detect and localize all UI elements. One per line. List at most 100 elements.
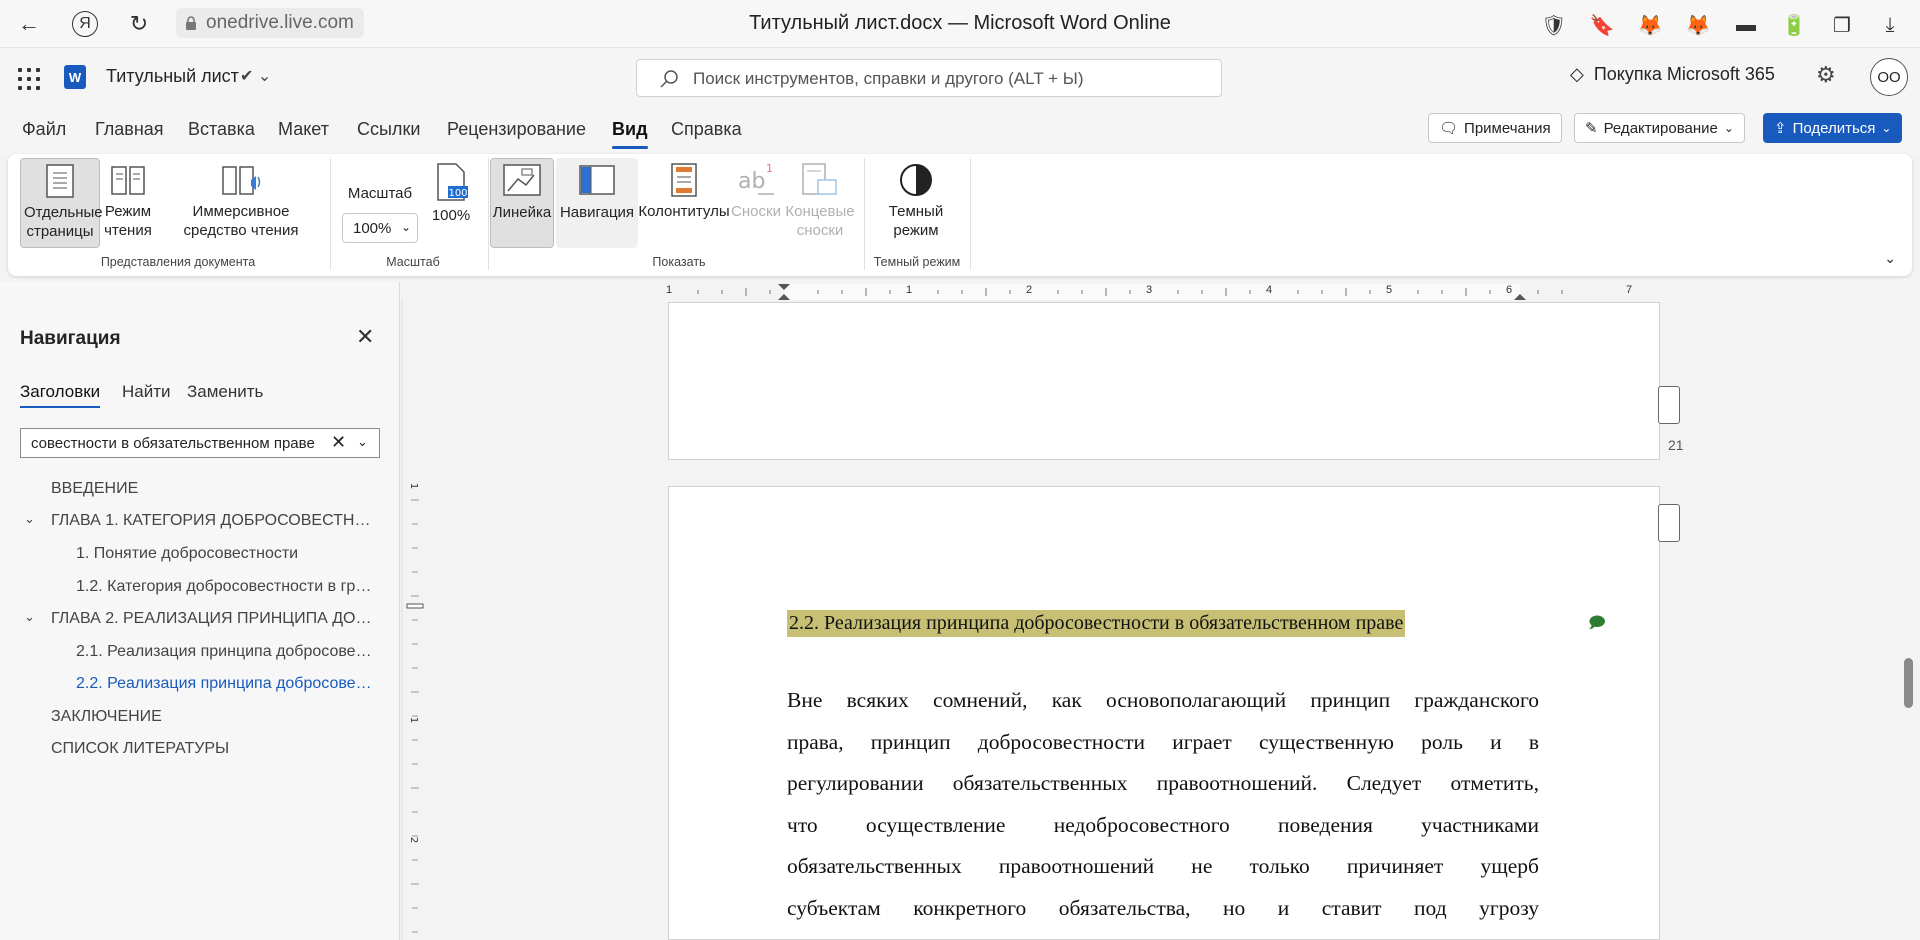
group-label-dark: Темный режим (873, 255, 961, 269)
zoom-select[interactable]: 100% ⌄ (342, 213, 418, 243)
back-arrow-icon[interactable]: ← (8, 3, 50, 45)
ribbon-view: Отдельные страницы Режим чтения Иммерсив… (8, 154, 1912, 276)
ruler-number: 2 (1026, 284, 1033, 296)
vertical-scrollbar[interactable] (1904, 658, 1913, 708)
vertical-ruler-number: 1 (408, 483, 419, 489)
nav-heading-item[interactable]: СПИСОК ЛИТЕРАТУРЫ (51, 740, 381, 758)
zoom-100-button[interactable]: 100 100% (422, 158, 480, 248)
ruler-number: 5 (1386, 284, 1393, 296)
ruler-icon (503, 164, 541, 196)
navigation-label: Навигация (559, 204, 635, 221)
zoom-100-label: 100% (431, 207, 471, 224)
body-line: субъектам конкретного обязательства, но … (787, 895, 1539, 920)
page-thumbnail-marker[interactable] (1658, 504, 1680, 542)
avatar[interactable]: OO (1870, 58, 1908, 96)
nav-search-input[interactable]: совестности в обязательственном праве ✕ … (20, 428, 380, 458)
tab-review[interactable]: Рецензирование (447, 119, 586, 140)
separate-pages-button[interactable]: Отдельные страницы (20, 158, 103, 248)
dark-mode-button[interactable]: Темный режим (870, 158, 962, 248)
nav-heading-item[interactable]: 1. Понятие добросовестности (76, 545, 376, 563)
endnotes-label: Концевые сноски (785, 203, 855, 239)
word-logo-icon: W (64, 65, 86, 89)
tab-references[interactable]: Ссылки (357, 119, 420, 140)
nav-heading-item[interactable]: 1.2. Категория добросовестности в гражда… (76, 578, 376, 596)
ruler-number: 7 (1626, 284, 1633, 296)
document-page[interactable] (668, 302, 1660, 460)
endnote-icon (802, 163, 837, 195)
nav-tab-find[interactable]: Найти (122, 382, 171, 402)
add-comment-icon[interactable]: 🗩 (1588, 612, 1606, 639)
horizontal-ruler[interactable]: 1 1 2 3 4 5 6 7 (658, 282, 1658, 302)
zoom-100-icon: 100 (437, 163, 468, 201)
lock-icon (186, 16, 196, 30)
tab-file[interactable]: Файл (22, 119, 66, 140)
nav-heading-item[interactable]: ГЛАВА 2. РЕАЛИЗАЦИЯ ПРИНЦИПА ДОБРОСОВЕСТ… (51, 610, 375, 628)
tab-insert[interactable]: Вставка (188, 119, 255, 140)
nav-heading-item[interactable]: 2.1. Реализация принципа добросовестност… (76, 643, 376, 661)
ruler-toggle[interactable]: Линейка (490, 158, 554, 248)
share-button[interactable]: ⇪ Поделиться ⌄ (1763, 113, 1903, 143)
document-title[interactable]: Титульный лист (106, 66, 239, 87)
footnote-icon: ab1 (738, 162, 774, 195)
book-icon (111, 166, 145, 195)
nav-heading-item[interactable]: ВВЕДЕНИЕ (51, 480, 381, 498)
tab-help[interactable]: Справка (671, 119, 742, 140)
chevron-down-icon[interactable]: ⌄ (24, 511, 35, 527)
comment-icon: 🗨 (1439, 120, 1459, 137)
extension-icon[interactable]: 🦊 (1628, 4, 1672, 46)
bookmark-icon[interactable]: 🔖 (1580, 4, 1624, 46)
reading-mode-button[interactable]: Режим чтения (100, 158, 156, 248)
premium-button[interactable]: ◇ Покупка Microsoft 365 (1570, 64, 1775, 85)
close-icon[interactable]: ✕ (356, 324, 374, 350)
saved-status-icon[interactable]: ✔ ⌄ (240, 66, 271, 86)
collections-icon[interactable]: ❐ (1820, 4, 1864, 46)
clear-icon[interactable]: ✕ (327, 432, 347, 453)
cast-icon[interactable]: ▬ (1724, 4, 1768, 46)
page-thumbnail-marker[interactable] (1658, 386, 1680, 424)
tab-home[interactable]: Главная (95, 119, 164, 140)
shield-icon[interactable]: 🛡 (1532, 4, 1576, 46)
ribbon-separator (488, 158, 489, 270)
ruler-number: 1 (666, 284, 673, 296)
address-bar[interactable]: onedrive.live.com (176, 8, 364, 38)
app-launcher-icon[interactable] (18, 68, 40, 90)
vertical-ruler[interactable]: 1 1 2 (401, 300, 429, 940)
group-label-doc-views: Представления документа (100, 255, 256, 269)
tab-view[interactable]: Вид (612, 119, 648, 149)
comments-button[interactable]: 🗨 Примечания (1428, 113, 1562, 143)
ruler-number: 3 (1146, 284, 1153, 296)
premium-label: Покупка Microsoft 365 (1593, 64, 1775, 84)
chevron-down-icon[interactable]: ⌄ (357, 434, 368, 450)
endnotes-button[interactable]: Концевые сноски (782, 158, 858, 248)
gear-icon[interactable]: ⚙ (1816, 62, 1836, 88)
pencil-icon: ✎ (1585, 120, 1598, 137)
ruler-label: Линейка (492, 204, 552, 221)
nav-tab-headings[interactable]: Заголовки (20, 382, 101, 408)
chevron-down-icon[interactable]: ⌄ (24, 609, 35, 625)
search-input[interactable]: Поиск инструментов, справки и другого (A… (636, 59, 1222, 97)
editing-mode-button[interactable]: ✎ Редактирование ⌄ (1574, 113, 1745, 143)
scale-label-text: Масштаб (347, 185, 413, 202)
nav-heading-item[interactable]: ЗАКЛЮЧЕНИЕ (51, 708, 381, 726)
nav-heading-item-current[interactable]: 2.2. Реализация принципа добросовестност… (76, 675, 376, 693)
nav-heading-item[interactable]: ГЛАВА 1. КАТЕГОРИЯ ДОБРОСОВЕСТНОСТИ (51, 512, 375, 530)
yandex-logo-icon[interactable]: Я (64, 3, 106, 45)
tab-layout[interactable]: Макет (278, 119, 329, 140)
document-heading[interactable]: 2.2. Реализация принципа добросовестност… (787, 610, 1406, 637)
ruler-ticks (668, 284, 1648, 300)
extension-icon[interactable]: 🦊 (1676, 4, 1720, 46)
diamond-icon: ◇ (1570, 64, 1584, 84)
immersive-reader-button[interactable]: Иммерсивное средство чтения (156, 158, 326, 248)
nav-tab-replace[interactable]: Заменить (187, 382, 263, 402)
headers-footers-button[interactable]: Колонтитулы (638, 158, 730, 248)
footnotes-button[interactable]: ab 1 Сноски (730, 158, 782, 248)
body-line: регулировании обязательственных правоотн… (787, 771, 1539, 795)
download-icon[interactable]: ⤓ (1868, 4, 1912, 46)
navigation-toggle[interactable]: Навигация (556, 158, 638, 248)
document-body[interactable]: Вне всяких сомнений, как основополагающи… (787, 680, 1539, 929)
body-line: что осуществление недобросовестного пове… (787, 812, 1539, 837)
reload-icon[interactable]: ↻ (118, 3, 160, 45)
chevron-down-icon[interactable]: ⌄ (1884, 250, 1896, 267)
share-icon: ⇪ (1774, 120, 1787, 137)
battery-icon[interactable]: 🔋 (1772, 4, 1816, 46)
